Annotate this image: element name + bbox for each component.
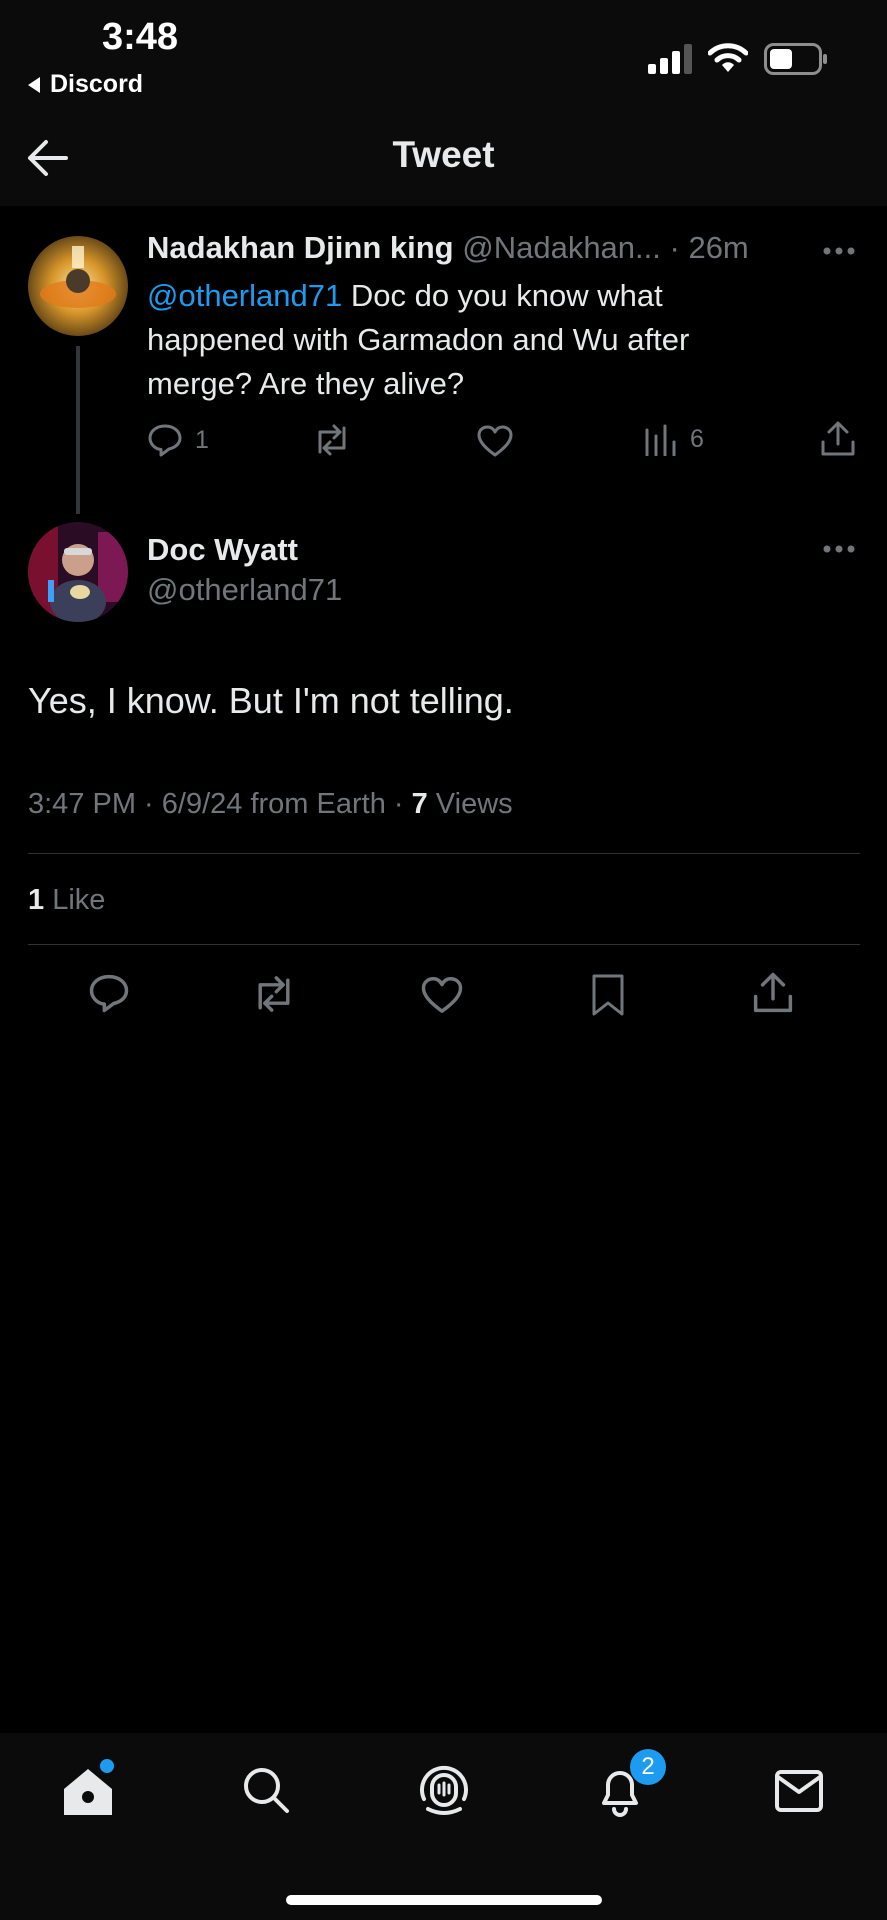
bookmark-icon[interactable]: [590, 973, 626, 1017]
tab-notifications[interactable]: 2: [596, 1749, 666, 1819]
likes-label: Like: [44, 884, 106, 916]
main-tweet: Doc Wyatt @otherland71 Yes, I know. But …: [0, 510, 887, 1030]
signal-icon: [648, 44, 692, 74]
views-count: 6: [690, 424, 704, 453]
unread-dot: [100, 1759, 114, 1773]
thread-line: [76, 346, 80, 514]
tweet-time: 26m: [688, 230, 749, 265]
views-label: Views: [427, 788, 513, 820]
status-time: 3:48: [102, 16, 179, 58]
reply-button[interactable]: 1: [147, 422, 209, 458]
avatar[interactable]: [28, 522, 128, 622]
tweet-text-line2: happened with Garmadon and Wu after: [147, 322, 690, 357]
divider: [28, 944, 860, 945]
reply-count: 1: [195, 425, 209, 454]
tweet-metadata: 3:47 PM · 6/9/24 from Earth · 7 Views: [28, 784, 513, 824]
reply-icon: [147, 422, 183, 458]
bottom-tab-bar: 2: [0, 1733, 887, 1920]
like-icon[interactable]: [476, 424, 514, 458]
author-name[interactable]: Nadakhan Djinn king: [147, 230, 454, 265]
separator-dot: ·: [669, 230, 680, 265]
author-handle[interactable]: @otherland71: [147, 568, 342, 612]
tweet-text: @otherland71 Doc do you know what happen…: [147, 274, 867, 406]
author-name[interactable]: Doc Wyatt: [147, 528, 298, 572]
author-handle[interactable]: @Nadakhan...: [462, 230, 661, 265]
tweet-text-line1: Doc do you know what: [342, 278, 663, 313]
reply-icon[interactable]: [88, 972, 130, 1014]
mention-link[interactable]: @otherland71: [147, 278, 342, 313]
page-header: Tweet: [0, 110, 887, 206]
back-to-app-link[interactable]: Discord: [26, 70, 143, 99]
tab-home[interactable]: [60, 1759, 116, 1819]
notification-badge: 2: [630, 1749, 666, 1785]
avatar[interactable]: [28, 236, 128, 336]
page-title: Tweet: [392, 134, 495, 175]
likes-summary[interactable]: 1 Like: [28, 880, 105, 920]
share-icon[interactable]: [820, 420, 856, 458]
divider: [28, 853, 860, 854]
views-chart-icon: [644, 422, 676, 456]
more-options-icon[interactable]: [822, 544, 856, 554]
tweet-text: Yes, I know. But I'm not telling.: [28, 680, 514, 721]
tweet-action-bar: [0, 970, 887, 1020]
views-button[interactable]: 6: [644, 422, 704, 456]
tweet-text-line3: merge? Are they alive?: [147, 366, 465, 401]
status-bar: 3:48 Discord: [0, 0, 887, 110]
back-triangle-icon: [26, 76, 42, 94]
tweet-author-row: Nadakhan Djinn king @Nadakhan... · 26m: [147, 226, 847, 270]
share-icon[interactable]: [752, 971, 794, 1015]
likes-count: 1: [28, 884, 45, 916]
spaces-icon[interactable]: [418, 1763, 470, 1817]
wifi-icon: [708, 42, 748, 74]
battery-icon: [764, 43, 828, 75]
parent-tweet[interactable]: Nadakhan Djinn king @Nadakhan... · 26m @…: [0, 206, 887, 514]
retweet-icon[interactable]: [251, 973, 297, 1015]
like-icon[interactable]: [420, 975, 464, 1015]
home-indicator: [286, 1895, 602, 1905]
views-count[interactable]: 7: [412, 788, 428, 820]
back-app-label: Discord: [50, 70, 144, 98]
search-icon[interactable]: [241, 1765, 291, 1815]
retweet-icon[interactable]: [312, 422, 352, 458]
messages-icon[interactable]: [774, 1769, 824, 1813]
more-options-icon[interactable]: [822, 246, 856, 256]
tweet-timestamp: 3:47 PM · 6/9/24 from Earth ·: [28, 788, 412, 820]
